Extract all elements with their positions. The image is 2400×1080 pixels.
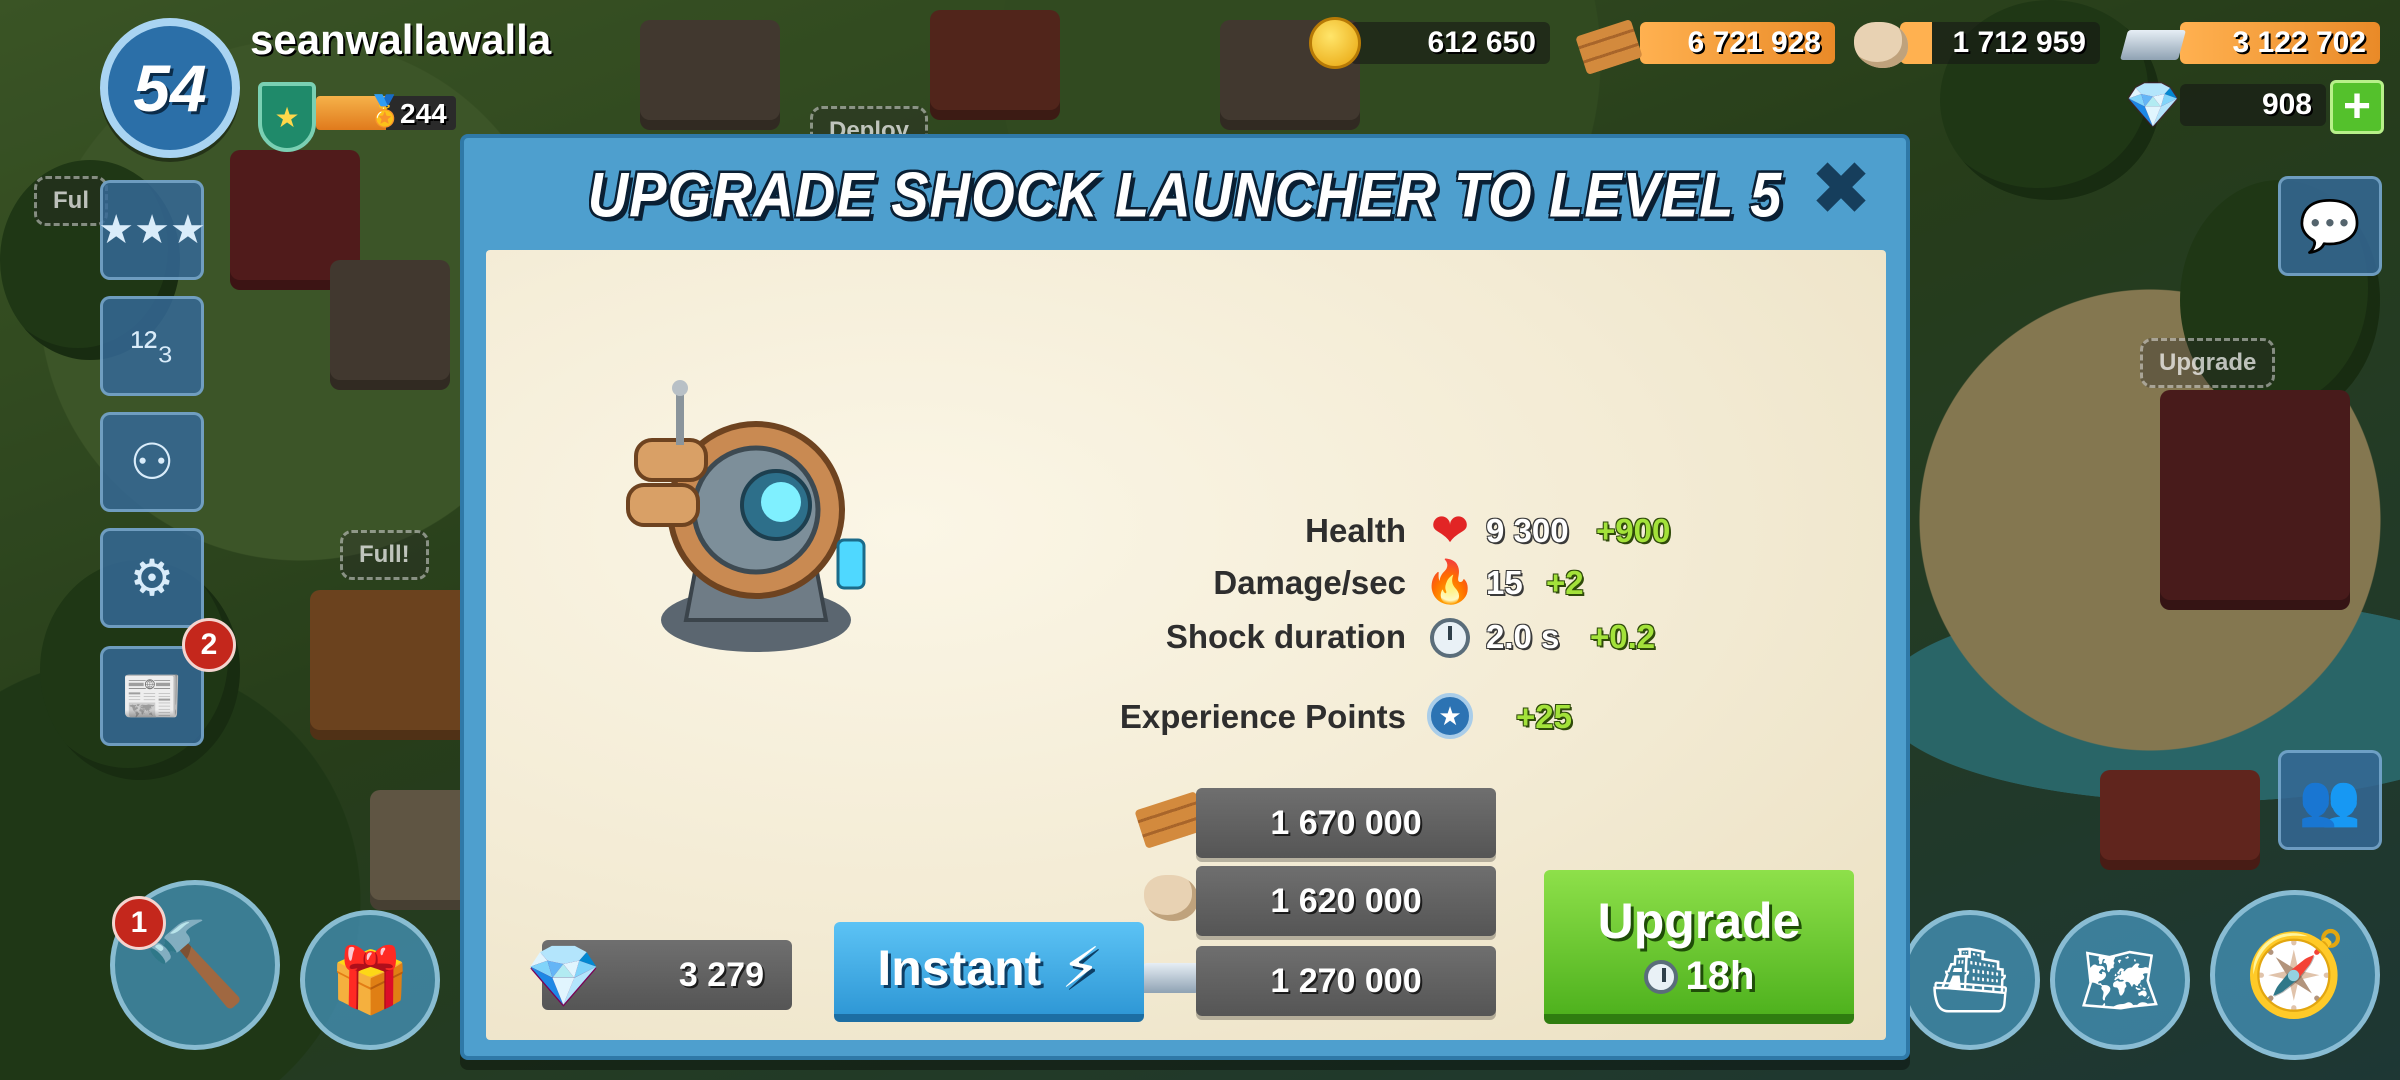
newspaper-icon: 📰 (120, 667, 184, 724)
boat-button[interactable]: ⛴ (1900, 910, 2040, 1050)
stat-label: Experience Points (1119, 698, 1406, 735)
stat-row-damage: Damage/sec (486, 558, 1406, 608)
treasure-button[interactable]: 🎁 (300, 910, 440, 1050)
close-button[interactable]: ✖ (1806, 152, 1876, 226)
friends-button[interactable]: 👥 (2278, 750, 2382, 850)
full-label: Ful (34, 176, 108, 226)
group-icon: ⚇ (129, 434, 175, 490)
upgrade-time: 18h (1544, 954, 1854, 999)
stat-label: Health (1305, 512, 1406, 549)
stat-bonus: +0.2 (1590, 618, 1656, 655)
xp-star-icon: ★ (1424, 690, 1476, 742)
stat-label: Shock duration (1165, 618, 1406, 655)
gem-icon: 💎 (526, 942, 601, 1009)
stopwatch-icon (1643, 959, 1678, 994)
stopwatch-icon (1424, 612, 1476, 664)
wood-icon (1575, 18, 1643, 76)
upgrade-duration: 18h (1685, 954, 1755, 998)
stat-bonus: +2 (1546, 564, 1584, 601)
iron-icon (2119, 16, 2187, 74)
stars-icon: ★★★ (98, 208, 206, 252)
stat-bonus: +900 (1596, 512, 1671, 549)
close-icon: ✖ (1809, 147, 1872, 230)
heart-icon: ❤ (1430, 504, 1470, 556)
leaderboard-stars-button[interactable]: ★★★ (98, 180, 206, 280)
map-icon: 🗺 (2079, 943, 2161, 1016)
player-name[interactable]: seanwallawalla (250, 16, 551, 64)
stat-row-health: Health (486, 506, 1406, 556)
boat-icon: ⛴ (1929, 943, 2011, 1016)
buy-gems-button[interactable]: + (2330, 80, 2384, 134)
stat-row-experience: Experience Points (486, 692, 1406, 742)
stat-value: 15 (1486, 564, 1523, 601)
task-force-button[interactable]: ⚇ (100, 412, 204, 512)
fire-icon: 🔥 (1423, 557, 1477, 605)
stat-bonus: +25 (1516, 698, 1572, 735)
treasure-chest-icon: 🎁 (330, 943, 410, 1016)
dialog-content-panel: Health ❤ 9 300 +900 Damage/sec 🔥 15 +2 S… (486, 250, 1886, 1040)
gold-counter[interactable]: 612 650 (1350, 22, 1550, 64)
upgrade-hint-label: Upgrade (2140, 338, 2276, 388)
iron-counter[interactable]: 3 122 702 (2180, 22, 2380, 64)
gold-coin-icon (1306, 14, 1364, 72)
wood-cost: 1 670 000 (1196, 788, 1496, 858)
wood-counter[interactable]: 6 721 928 (1640, 22, 1835, 64)
compass-button[interactable]: 🧭 (2210, 890, 2380, 1060)
upgrade-label: Upgrade (1597, 893, 1801, 949)
dialog-title: UPGRADE SHOCK LAUNCHER TO LEVEL 5 (587, 159, 1783, 230)
podium-icon: ¹²₃ (130, 323, 174, 368)
gear-icon: ⚙ (129, 550, 175, 606)
builder-notification-badge: 1 (112, 896, 166, 950)
lightning-icon: ⚡ (1061, 936, 1101, 999)
stat-label: Damage/sec (1213, 564, 1406, 601)
upgrade-button[interactable]: Upgrade 18h (1544, 870, 1854, 1024)
victory-points-value: 244 (400, 98, 447, 129)
reports-notification-badge: 2 (182, 618, 236, 672)
stat-value: 9 300 (1486, 512, 1569, 549)
stone-icon (1852, 16, 1910, 74)
add-friends-icon: 👥 (2298, 771, 2362, 828)
stone-cost: 1 620 000 (1196, 866, 1496, 936)
chat-bubble-icon: 💬 (2298, 197, 2362, 254)
chat-button[interactable]: 💬 (2278, 176, 2382, 276)
rank-shield-icon[interactable]: ★ (258, 82, 316, 152)
stat-row-shock-duration: Shock duration (486, 612, 1406, 662)
medal-icon: 🏅 (366, 95, 404, 128)
full-label: Full! (340, 530, 429, 580)
upgrade-dialog: UPGRADE SHOCK LAUNCHER TO LEVEL 5 ✖ Heal… (460, 134, 1910, 1060)
gems-counter[interactable]: 908 (2180, 84, 2326, 126)
instant-button[interactable]: Instant ⚡ (834, 922, 1144, 1022)
player-level-badge[interactable]: 54 (100, 18, 240, 158)
ranking-button[interactable]: ¹²₃ (100, 296, 204, 396)
stat-value: 2.0 s (1486, 618, 1560, 655)
map-button[interactable]: 🗺 (2050, 910, 2190, 1050)
iron-cost: 1 270 000 (1196, 946, 1496, 1016)
stone-counter[interactable]: 1 712 959 (1900, 22, 2100, 64)
instant-label: Instant (877, 940, 1042, 996)
compass-icon: 🧭 (2243, 929, 2347, 1020)
gem-icon: 💎 (2125, 81, 2181, 130)
settings-button[interactable]: ⚙ (100, 528, 204, 628)
